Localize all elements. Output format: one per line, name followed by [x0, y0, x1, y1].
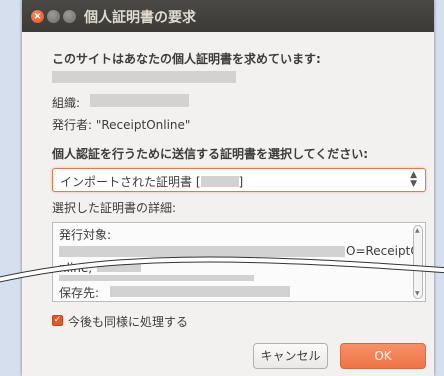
screenshot-break-line [0, 256, 444, 283]
